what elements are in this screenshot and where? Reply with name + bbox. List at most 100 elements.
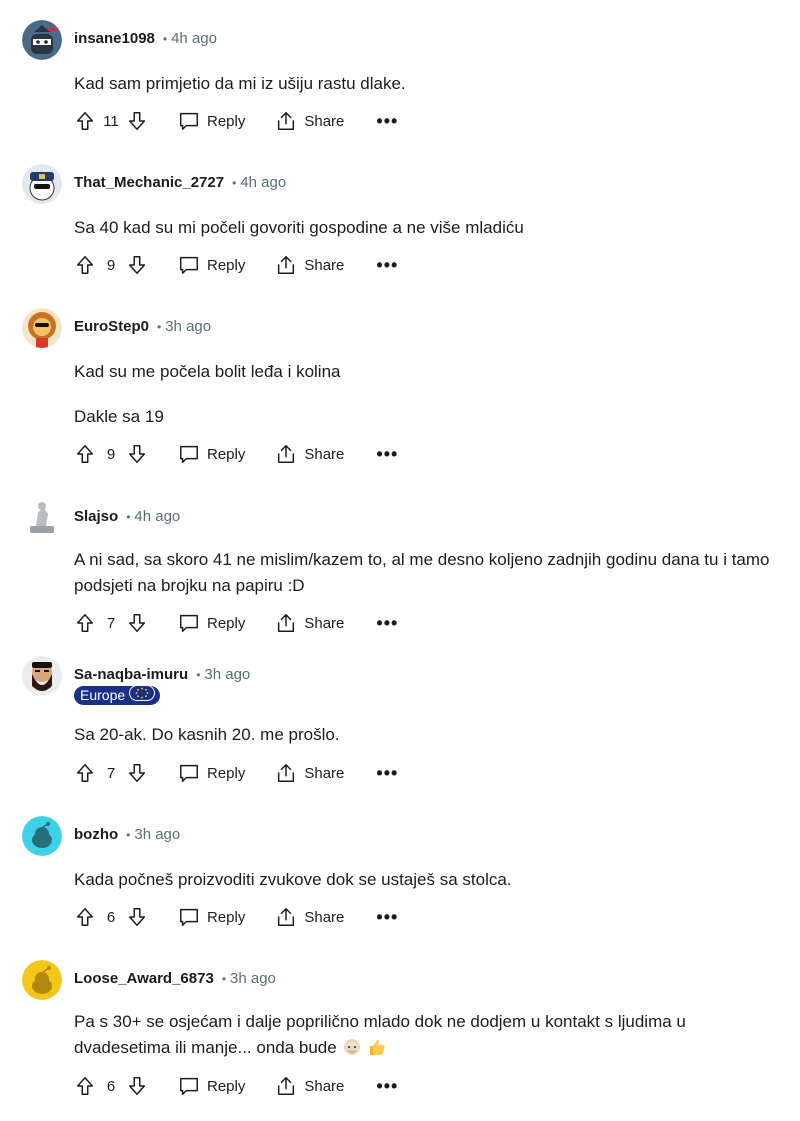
username[interactable]: Sa-naqba-imuru — [74, 666, 188, 683]
share-icon — [275, 612, 297, 634]
more-options-button[interactable]: ••• — [376, 613, 398, 634]
share-button[interactable]: Share — [275, 443, 344, 465]
downvote-icon[interactable] — [126, 612, 148, 634]
username[interactable]: Slajso — [74, 508, 118, 525]
comment-paragraph: Pa s 30+ se osjećam i dalje poprilično m… — [74, 1009, 774, 1061]
downvote-icon[interactable] — [126, 1075, 148, 1097]
vote-group: 9 — [74, 443, 148, 465]
share-button[interactable]: Share — [275, 1075, 344, 1097]
share-button[interactable]: Share — [275, 110, 344, 132]
old-man-emoji-icon — [343, 1038, 361, 1056]
upvote-icon[interactable] — [74, 906, 96, 928]
comment-paragraph: Sa 40 kad su mi počeli govoriti gospodin… — [74, 218, 524, 237]
comment-body: A ni sad, sa skoro 41 ne mislim/kazem to… — [74, 547, 774, 618]
avatar[interactable] — [22, 20, 62, 60]
reply-button[interactable]: Reply — [178, 762, 245, 784]
comment-actions: 7 Reply Share ••• — [74, 611, 398, 635]
upvote-icon[interactable] — [74, 762, 96, 784]
more-options-button[interactable]: ••• — [376, 763, 398, 784]
more-options-button[interactable]: ••• — [376, 111, 398, 132]
reply-label: Reply — [207, 445, 246, 463]
downvote-icon[interactable] — [126, 110, 148, 132]
thumbs-up-emoji-icon — [368, 1038, 386, 1056]
share-button[interactable]: Share — [275, 254, 344, 276]
comment-bubble-icon — [178, 110, 200, 132]
more-options-button[interactable]: ••• — [376, 1076, 398, 1097]
comment-paragraph: A ni sad, sa skoro 41 ne mislim/kazem to… — [74, 550, 770, 595]
share-button[interactable]: Share — [275, 612, 344, 634]
upvote-icon[interactable] — [74, 110, 96, 132]
comment-meta: Slajso • 4h ago — [74, 508, 180, 526]
share-button[interactable]: Share — [275, 906, 344, 928]
downvote-icon[interactable] — [126, 906, 148, 928]
more-options-button[interactable]: ••• — [376, 444, 398, 465]
dot-separator: • — [232, 176, 237, 190]
comment-bubble-icon — [178, 254, 200, 276]
timestamp[interactable]: 3h ago — [165, 318, 211, 335]
comment-meta: Sa-naqba-imuru • 3h ago — [74, 666, 250, 684]
comment-bubble-icon — [178, 443, 200, 465]
avatar[interactable] — [22, 816, 62, 856]
vote-group: 6 — [74, 906, 148, 928]
vote-count: 6 — [106, 1077, 116, 1095]
timestamp[interactable]: 3h ago — [134, 826, 180, 843]
vote-count: 7 — [106, 764, 116, 782]
comment-actions: 6 Reply Share ••• — [74, 1074, 398, 1098]
share-icon — [275, 1075, 297, 1097]
more-options-button[interactable]: ••• — [376, 907, 398, 928]
timestamp[interactable]: 3h ago — [230, 970, 276, 987]
timestamp[interactable]: 4h ago — [134, 508, 180, 525]
share-label: Share — [304, 908, 345, 926]
comment-paragraph: Dakle sa 19 — [74, 407, 164, 426]
username[interactable]: bozho — [74, 826, 118, 843]
user-flair: Europe — [74, 685, 161, 706]
share-label: Share — [304, 1077, 345, 1095]
comment-meta: Loose_Award_6873 • 3h ago — [74, 970, 276, 988]
username[interactable]: Loose_Award_6873 — [74, 970, 214, 987]
avatar[interactable] — [22, 498, 62, 538]
vote-group: 6 — [74, 1075, 148, 1097]
reply-label: Reply — [207, 1077, 246, 1095]
reply-button[interactable]: Reply — [178, 906, 245, 928]
reply-button[interactable]: Reply — [178, 254, 245, 276]
reply-button[interactable]: Reply — [178, 612, 245, 634]
username[interactable]: EuroStep0 — [74, 318, 149, 335]
downvote-icon[interactable] — [126, 254, 148, 276]
vote-count: 9 — [106, 445, 116, 463]
avatar[interactable] — [22, 164, 62, 204]
downvote-icon[interactable] — [126, 443, 148, 465]
username[interactable]: That_Mechanic_2727 — [74, 174, 224, 191]
comment-meta: insane1098 • 4h ago — [74, 30, 217, 48]
avatar[interactable] — [22, 960, 62, 1000]
timestamp[interactable]: 4h ago — [240, 174, 286, 191]
vote-group: 9 — [74, 254, 148, 276]
upvote-icon[interactable] — [74, 254, 96, 276]
upvote-icon[interactable] — [74, 612, 96, 634]
upvote-icon[interactable] — [74, 1075, 96, 1097]
avatar[interactable] — [22, 656, 62, 696]
share-icon — [275, 254, 297, 276]
dot-separator: • — [126, 510, 131, 524]
reply-label: Reply — [207, 112, 246, 130]
downvote-icon[interactable] — [126, 762, 148, 784]
dot-separator: • — [162, 32, 168, 46]
reply-button[interactable]: Reply — [178, 1075, 245, 1097]
comment-meta: That_Mechanic_2727 • 4h ago — [74, 174, 286, 192]
vote-group: 11 — [74, 110, 148, 132]
more-options-button[interactable]: ••• — [376, 255, 398, 276]
comment-meta: bozho • 3h ago — [74, 826, 180, 844]
dot-separator: • — [221, 972, 227, 986]
avatar[interactable] — [22, 308, 62, 348]
eu-flag-icon — [129, 685, 156, 706]
share-icon — [275, 110, 297, 132]
share-button[interactable]: Share — [275, 762, 344, 784]
share-label: Share — [304, 112, 345, 130]
comment-actions: 11 Reply Share ••• — [74, 109, 398, 133]
timestamp[interactable]: 3h ago — [204, 666, 250, 683]
reply-button[interactable]: Reply — [178, 110, 245, 132]
reply-button[interactable]: Reply — [178, 443, 245, 465]
dot-separator: • — [196, 668, 201, 682]
username[interactable]: insane1098 — [74, 30, 155, 47]
upvote-icon[interactable] — [74, 443, 96, 465]
timestamp[interactable]: 4h ago — [171, 30, 217, 47]
